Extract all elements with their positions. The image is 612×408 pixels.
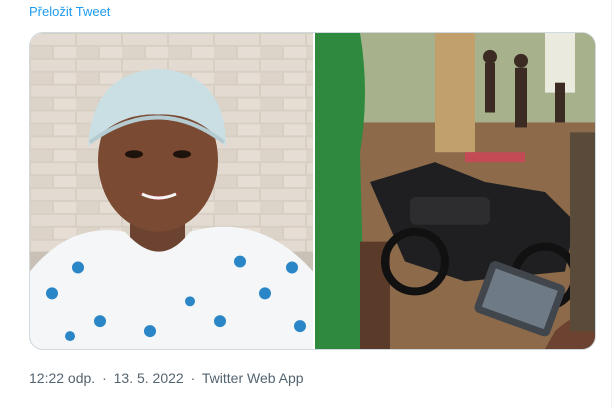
separator-dot: · <box>190 370 196 386</box>
tweet-source-app[interactable]: Twitter Web App <box>202 370 304 386</box>
separator-dot: · <box>102 370 107 386</box>
portrait-photo-image <box>30 33 313 349</box>
scene-photo[interactable] <box>315 33 595 349</box>
media-grid <box>29 32 596 350</box>
tweet-time[interactable]: 12:22 odp. <box>29 370 95 386</box>
scene-photo-image <box>315 33 595 349</box>
portrait-photo[interactable] <box>30 33 313 349</box>
tweet-metadata: 12:22 odp. · 13. 5. 2022 · Twitter Web A… <box>29 369 304 387</box>
tweet-date[interactable]: 13. 5. 2022 <box>114 370 184 386</box>
translate-tweet-link[interactable]: Přeložit Tweet <box>29 4 110 20</box>
tweet-detail: Přeložit Tweet 12:22 odp. · 13. 5. 2022 … <box>0 0 612 408</box>
